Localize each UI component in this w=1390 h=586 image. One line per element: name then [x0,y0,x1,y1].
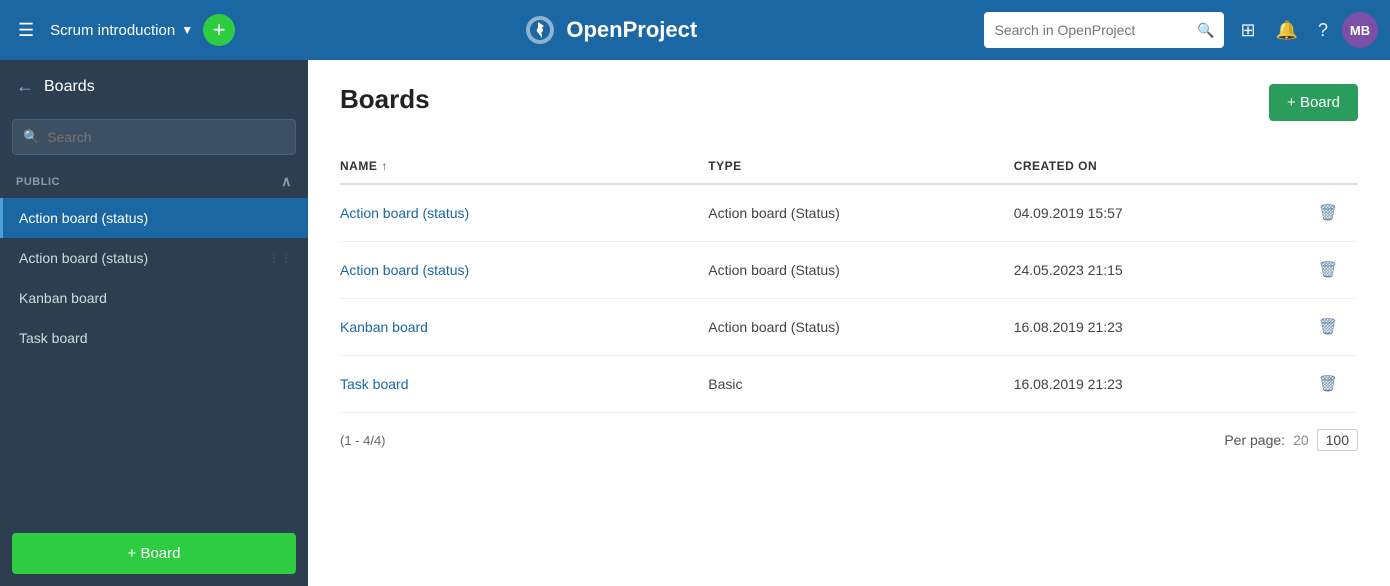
table-row: Action board (status) Action board (Stat… [340,242,1358,299]
project-name-label: Scrum introduction [50,22,175,39]
global-search-input[interactable] [994,22,1189,38]
board-name-link-3[interactable]: Task board [340,376,408,392]
board-name-cell: Action board (status) [340,242,696,299]
col-actions-header [1256,149,1358,184]
per-page-section: Per page: 20 100 [1224,429,1358,451]
board-name-link-1[interactable]: Action board (status) [340,262,469,278]
board-created-cell-3: 16.08.2019 21:23 [1002,356,1257,413]
sidebar-group-label: PUBLIC [16,176,60,188]
sidebar-item-label-1: Action board (status) [19,250,148,266]
board-name-cell: Task board [340,356,696,413]
sidebar-item-label-0: Action board (status) [19,210,148,226]
table-header-row: NAME ↑ TYPE CREATED ON [340,149,1358,184]
drag-handle-icon: ⋮⋮ [268,251,292,265]
add-board-button[interactable]: + Board [1269,84,1358,121]
board-name-link-0[interactable]: Action board (status) [340,205,469,221]
board-type-cell-1: Action board (Status) [696,242,1001,299]
board-name-link-2[interactable]: Kanban board [340,319,428,335]
board-type-cell-2: Action board (Status) [696,299,1001,356]
pagination-info: (1 - 4/4) [340,433,386,448]
top-nav: ☰ Scrum introduction ▼ + OpenProject 🔍 ⊞… [0,0,1390,60]
sidebar: ← Boards 🔍 PUBLIC ∧ Action board (status… [0,60,308,586]
board-actions-cell-2: 🗑 [1256,299,1358,356]
table-row: Kanban board Action board (Status) 16.08… [340,299,1358,356]
sidebar-search-icon: 🔍 [23,129,39,145]
chevron-down-icon: ▼ [181,23,193,37]
hamburger-icon[interactable]: ☰ [12,14,40,47]
per-page-100[interactable]: 100 [1317,429,1358,451]
app-logo: OpenProject [245,12,974,48]
sidebar-header: ← Boards [0,60,308,113]
sidebar-section-header: PUBLIC ∧ [0,165,308,198]
table-footer: (1 - 4/4) Per page: 20 100 [340,413,1358,451]
sidebar-item-label-2: Kanban board [19,290,107,306]
main-layout: ← Boards 🔍 PUBLIC ∧ Action board (status… [0,60,1390,586]
per-page-20[interactable]: 20 [1293,432,1309,448]
sidebar-item-label-3: Task board [19,330,87,346]
logo-icon [522,12,558,48]
sidebar-item-2[interactable]: Kanban board [0,278,308,318]
sidebar-search-box[interactable]: 🔍 [12,119,296,155]
content-header: Boards + Board [340,84,1358,121]
project-selector[interactable]: Scrum introduction ▼ [50,22,193,39]
table-row: Task board Basic 16.08.2019 21:23 🗑 [340,356,1358,413]
board-type-cell-0: Action board (Status) [696,184,1001,242]
collapse-icon[interactable]: ∧ [281,173,292,190]
add-project-button[interactable]: + [203,14,235,46]
board-actions-cell-3: 🗑 [1256,356,1358,413]
board-actions-cell-0: 🗑 [1256,184,1358,242]
board-name-cell: Action board (status) [340,184,696,242]
page-title: Boards [340,84,430,115]
board-created-cell-1: 24.05.2023 21:15 [1002,242,1257,299]
user-avatar[interactable]: MB [1342,12,1378,48]
back-arrow-icon[interactable]: ← [16,76,34,97]
col-type-header[interactable]: TYPE [696,149,1001,184]
search-icon: 🔍 [1197,22,1214,39]
sidebar-item-1[interactable]: Action board (status) ⋮⋮ [0,238,308,278]
app-name-label: OpenProject [566,17,697,43]
board-type-cell-3: Basic [696,356,1001,413]
boards-table: NAME ↑ TYPE CREATED ON Action board (sta… [340,149,1358,413]
bell-icon[interactable]: 🔔 [1270,16,1304,45]
grid-icon[interactable]: ⊞ [1234,16,1261,45]
col-created-header[interactable]: CREATED ON [1002,149,1257,184]
sort-arrow-icon: ↑ [381,159,388,173]
sidebar-search-input[interactable] [47,129,285,145]
help-icon[interactable]: ? [1312,16,1334,45]
board-created-cell-0: 04.09.2019 15:57 [1002,184,1257,242]
delete-board-button-2[interactable]: 🗑 [1310,313,1346,341]
main-content: Boards + Board NAME ↑ TYPE CREATED ON [308,60,1390,586]
table-row: Action board (status) Action board (Stat… [340,184,1358,242]
delete-board-button-3[interactable]: 🗑 [1310,370,1346,398]
per-page-label: Per page: [1224,432,1285,448]
board-actions-cell-1: 🗑 [1256,242,1358,299]
board-created-cell-2: 16.08.2019 21:23 [1002,299,1257,356]
board-name-cell: Kanban board [340,299,696,356]
global-search-box[interactable]: 🔍 [984,12,1224,48]
delete-board-button-0[interactable]: 🗑 [1310,199,1346,227]
col-name-header[interactable]: NAME ↑ [340,149,696,184]
nav-icons-group: ⊞ 🔔 ? MB [1234,12,1378,48]
sidebar-add-board-button[interactable]: + Board [12,533,296,574]
sidebar-item-3[interactable]: Task board [0,318,308,358]
sidebar-item-0[interactable]: Action board (status) [0,198,308,238]
delete-board-button-1[interactable]: 🗑 [1310,256,1346,284]
sidebar-title: Boards [44,78,95,96]
